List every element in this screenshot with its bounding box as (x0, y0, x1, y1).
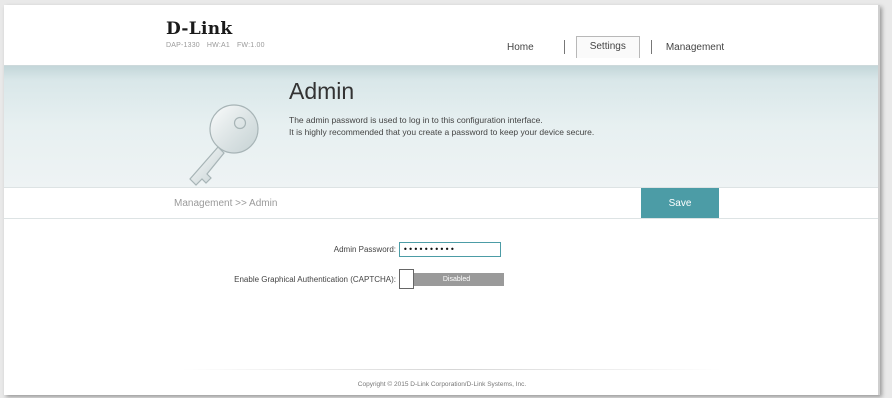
footer-divider (182, 369, 722, 370)
dlink-logo: D-Link (166, 19, 233, 39)
window-edge (878, 5, 880, 395)
main-nav: Home Settings Management (507, 36, 724, 58)
brand: D-Link DAP-1330 HW:A1 FW:1.00 (166, 19, 272, 49)
copyright-footer: Copyright © 2015 D-Link Corporation/D-Li… (357, 381, 527, 388)
model-number: DAP-1330 (166, 42, 200, 49)
firmware-version: FW:1.00 (236, 42, 265, 49)
admin-password-row: Admin Password: (154, 242, 501, 257)
nav-home[interactable]: Home (507, 42, 534, 53)
captcha-label: Enable Graphical Authentication (CAPTCHA… (234, 274, 396, 284)
captcha-toggle-knob[interactable] (399, 269, 414, 289)
header: D-Link DAP-1330 HW:A1 FW:1.00 Home Setting… (4, 5, 880, 63)
page-title: Admin (289, 78, 355, 104)
save-button[interactable]: Save (641, 188, 719, 218)
browser-window: D-Link DAP-1330 HW:A1 FW:1.00 Home Setting… (4, 5, 880, 395)
device-info: DAP-1330 HW:A1 FW:1.00 (166, 42, 272, 49)
breadcrumb-bar: Management >> Admin Save (4, 187, 880, 219)
nav-divider (563, 40, 565, 54)
page-description: The admin password is used to log in to … (289, 114, 594, 138)
description-line-1: The admin password is used to log in to … (289, 115, 543, 125)
admin-password-input[interactable] (399, 242, 501, 257)
page-banner: Admin The admin password is used to log … (4, 65, 880, 188)
key-icon (189, 104, 259, 186)
nav-management[interactable]: Management (666, 42, 724, 53)
captcha-toggle-track: Disabled (409, 273, 504, 286)
admin-password-label: Admin Password: (333, 245, 396, 254)
nav-settings[interactable]: Settings (575, 36, 640, 58)
description-line-2: It is highly recommended that you create… (289, 127, 595, 137)
captcha-toggle[interactable]: Disabled (399, 269, 507, 289)
hardware-version: HW:A1 (206, 42, 230, 49)
breadcrumb: Management >> Admin (174, 198, 278, 209)
captcha-row: Enable Graphical Authentication (CAPTCHA… (154, 269, 507, 289)
nav-divider (650, 40, 652, 54)
